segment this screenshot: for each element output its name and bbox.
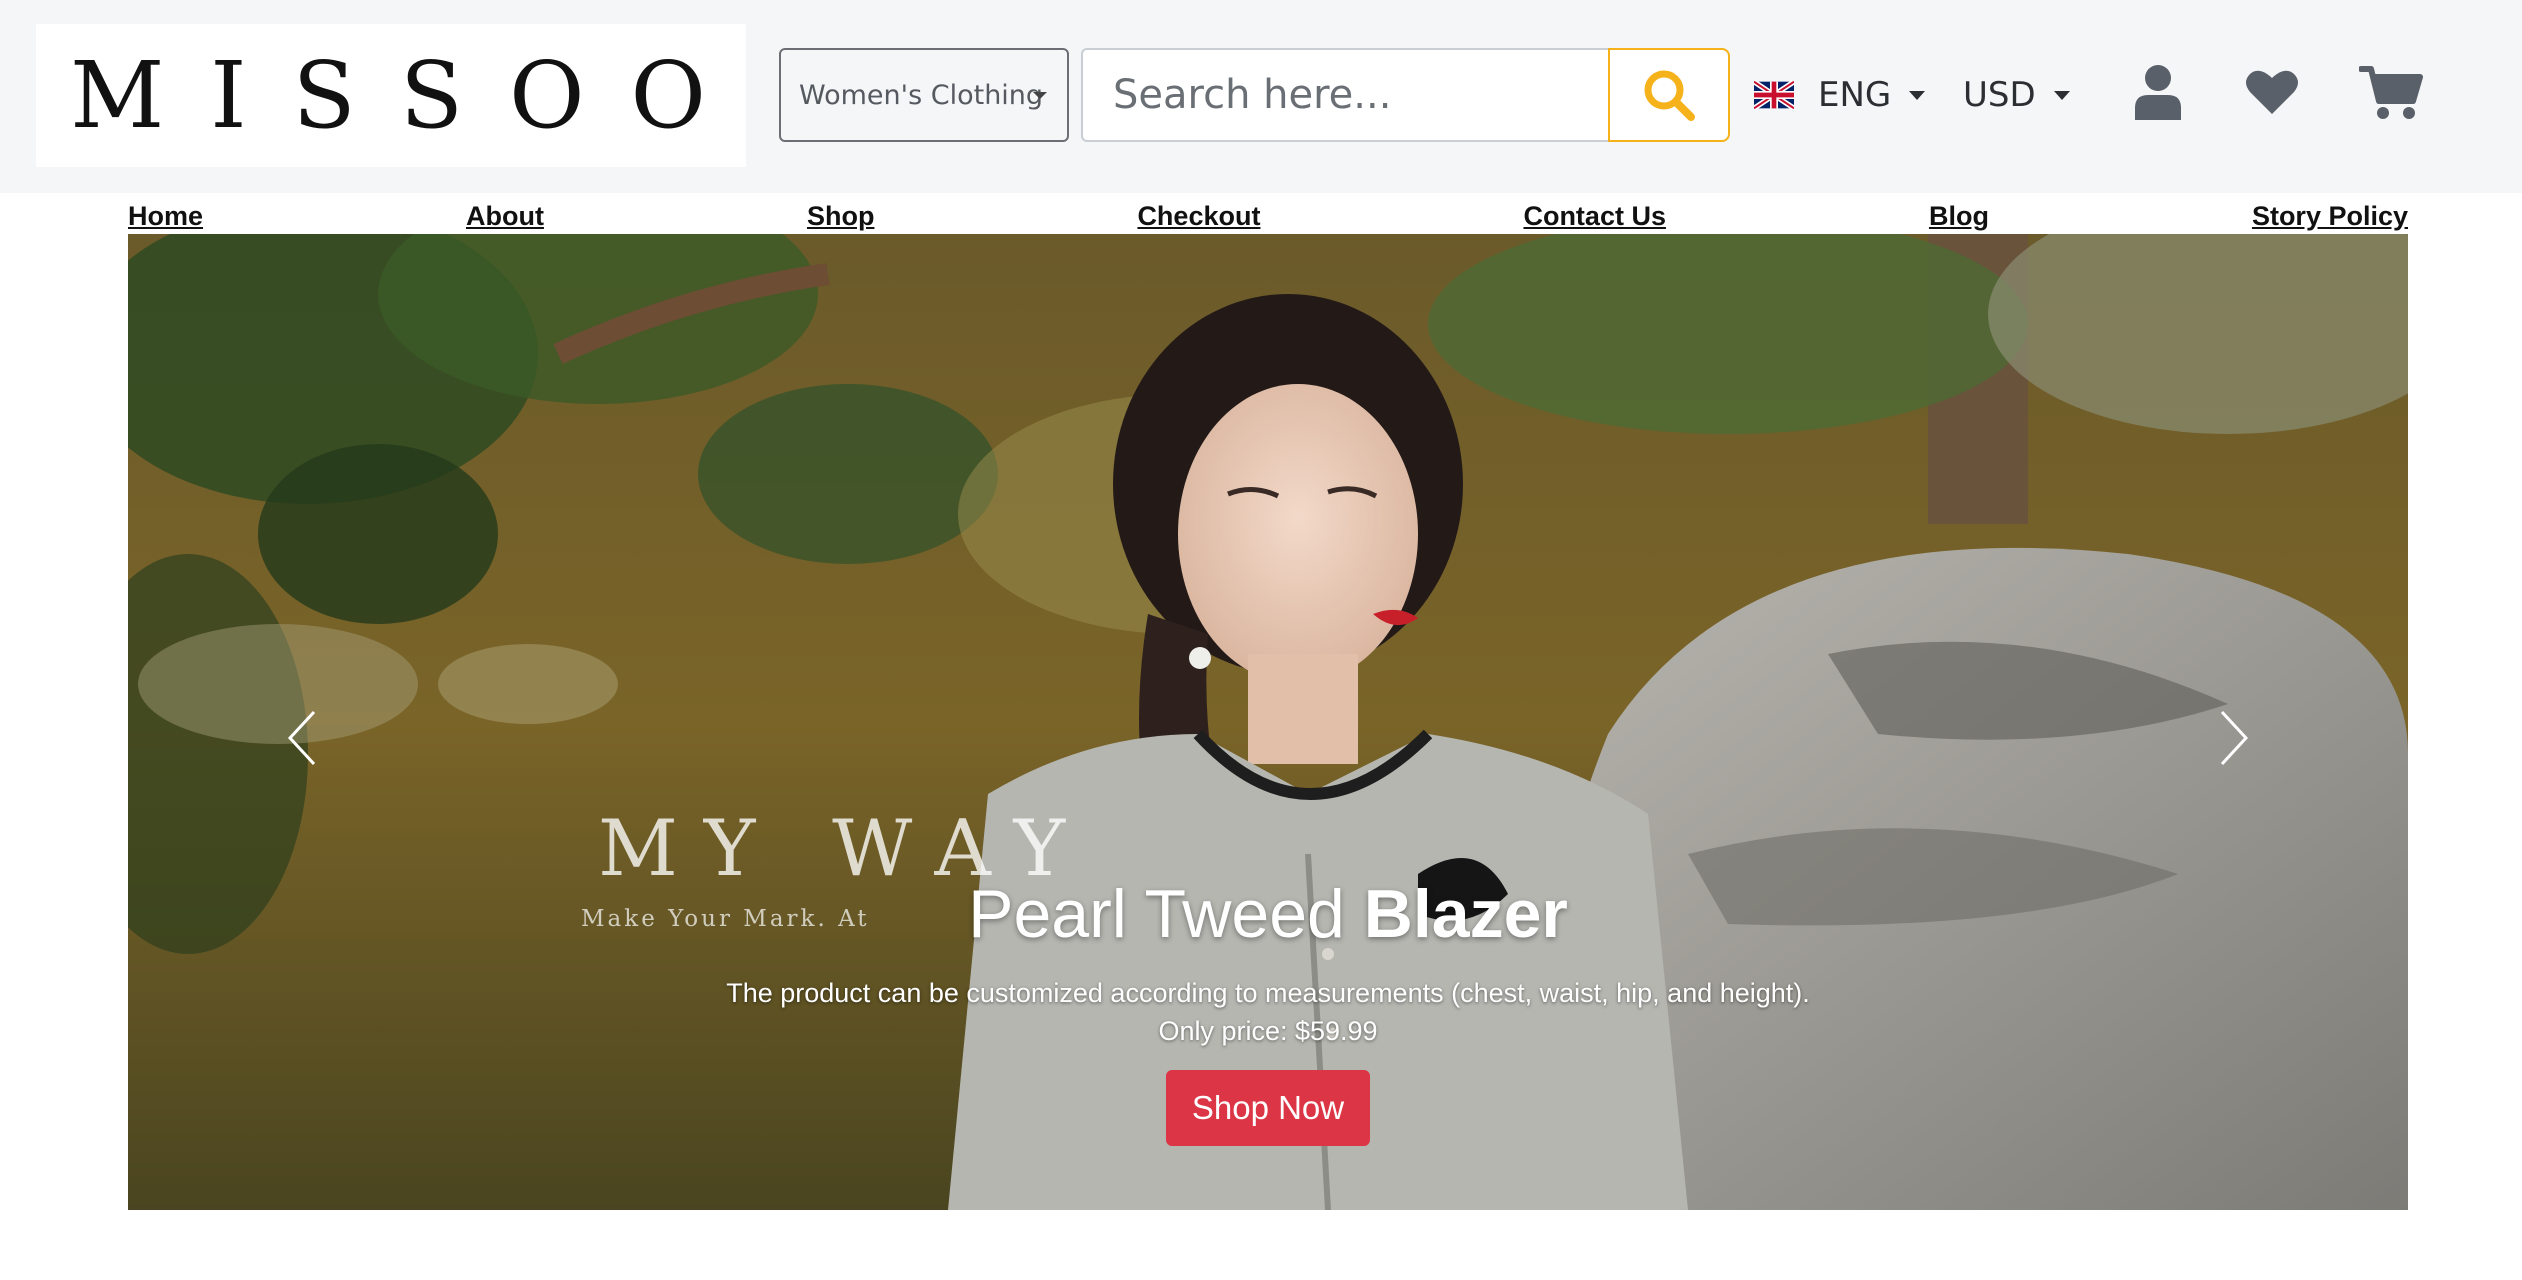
uk-flag-icon — [1754, 79, 1794, 111]
heart-icon — [2246, 70, 2298, 114]
chevron-right-icon — [2220, 710, 2249, 766]
currency-label: USD — [1963, 75, 2036, 115]
language-label: ENG — [1818, 75, 1892, 115]
chevron-left-icon — [287, 710, 316, 766]
hero-price: Only price: $59.99 — [1158, 1016, 1378, 1046]
main-nav: Home About Shop Checkout Contact Us Blog… — [128, 196, 2408, 236]
hero-carousel: MY WAY Make Your Mark. At Pearl Tweed Bl… — [128, 234, 2408, 1210]
wishlist-button[interactable] — [2244, 62, 2300, 122]
currency-selector[interactable]: USD — [1963, 70, 2070, 120]
nav-story-policy[interactable]: Story Policy — [2252, 201, 2408, 232]
cart-icon — [2359, 66, 2423, 119]
carousel-prev-button[interactable] — [272, 698, 332, 778]
account-button[interactable] — [2132, 62, 2184, 122]
nav-about[interactable]: About — [466, 201, 544, 232]
nav-blog[interactable]: Blog — [1929, 201, 1989, 232]
hero-description: The product can be customized according … — [726, 978, 1810, 1008]
hero-title-bold: Blazer — [1363, 876, 1568, 952]
chevron-down-icon — [1909, 90, 1926, 100]
nav-shop[interactable]: Shop — [807, 201, 875, 232]
user-icon — [2135, 65, 2181, 120]
logo[interactable]: MISSOO — [36, 24, 746, 167]
nav-home[interactable]: Home — [128, 201, 203, 232]
search-button[interactable] — [1608, 48, 1730, 142]
search-input[interactable] — [1081, 48, 1608, 142]
hero-title: Pearl Tweed Blazer — [128, 874, 2408, 954]
nav-contact-us[interactable]: Contact Us — [1523, 201, 1666, 232]
hero-caption: Pearl Tweed Blazer The product can be cu… — [128, 874, 2408, 1146]
language-selector[interactable]: ENG — [1754, 70, 1926, 120]
site-header: MISSOO Women's Clothing ENG USD — [0, 0, 2522, 193]
chevron-down-icon — [1033, 92, 1047, 99]
hero-title-regular: Pearl Tweed — [968, 876, 1364, 952]
shop-now-button[interactable]: Shop Now — [1165, 1070, 1371, 1146]
carousel-next-button[interactable] — [2204, 698, 2264, 778]
cart-button[interactable] — [2358, 62, 2424, 122]
nav-checkout[interactable]: Checkout — [1137, 201, 1260, 232]
category-select[interactable]: Women's Clothing — [779, 48, 1069, 142]
category-selected-value: Women's Clothing — [799, 79, 1044, 111]
search-icon — [1644, 70, 1695, 121]
logo-text: MISSOO — [70, 42, 752, 149]
chevron-down-icon — [2053, 90, 2070, 100]
